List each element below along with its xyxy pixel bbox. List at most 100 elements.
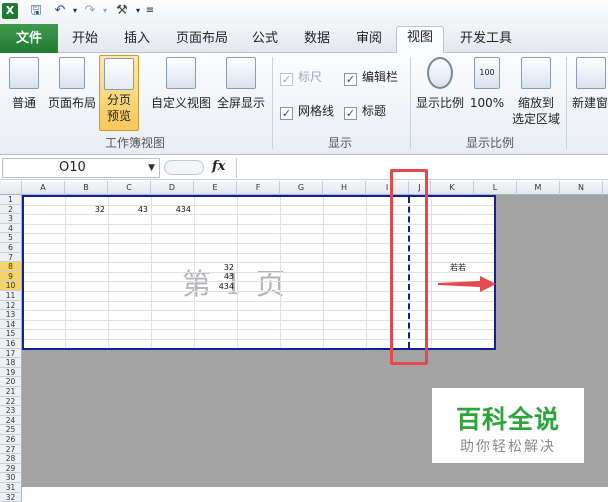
row-header-24[interactable]: 24 bbox=[0, 415, 22, 426]
zoom-100-button[interactable]: 100 100% bbox=[468, 57, 506, 111]
row-header-9[interactable]: 9 bbox=[0, 271, 22, 282]
row-header-4[interactable]: 4 bbox=[0, 223, 22, 234]
page-break-preview-label-1: 分页 bbox=[106, 93, 131, 107]
gridlines-check-icon: ✓ bbox=[280, 107, 293, 120]
undo-dropdown-icon[interactable]: ▾ bbox=[67, 3, 83, 19]
row-header-3[interactable]: 3 bbox=[0, 214, 22, 224]
row-header-11[interactable]: 11 bbox=[0, 291, 22, 301]
row-header-7[interactable]: 7 bbox=[0, 252, 22, 263]
row-header-22[interactable]: 22 bbox=[0, 396, 22, 407]
row-header-20[interactable]: 20 bbox=[0, 377, 22, 387]
formula-bar-checkbox[interactable]: ✓ 编辑栏 bbox=[344, 69, 398, 86]
custom-views-button[interactable]: 自定义视图 bbox=[150, 57, 212, 111]
tab-review[interactable]: 审阅 bbox=[354, 29, 384, 53]
tab-insert[interactable]: 插入 bbox=[122, 29, 152, 53]
page-break-preview-icon bbox=[104, 58, 134, 90]
row-header-31[interactable]: 31 bbox=[0, 483, 22, 493]
tab-developer[interactable]: 开发工具 bbox=[458, 29, 514, 53]
chevron-down-icon[interactable]: ▼ bbox=[148, 159, 155, 177]
redo-dropdown-icon[interactable]: ▾ bbox=[97, 3, 113, 19]
row-header-14[interactable]: 14 bbox=[0, 319, 22, 330]
zoom-100-label: 100% bbox=[469, 96, 505, 110]
row-header-1[interactable]: 1 bbox=[0, 195, 22, 205]
page-break-preview-label-2: 预览 bbox=[106, 109, 131, 123]
column-header-k[interactable]: K bbox=[431, 181, 474, 195]
name-box-value: O10 bbox=[59, 160, 86, 175]
save-icon[interactable]: 🖫 bbox=[28, 3, 44, 19]
column-header-e[interactable]: E bbox=[194, 181, 237, 195]
ruler-check-icon: ✓ bbox=[280, 73, 293, 86]
logo: 百科全说 助你轻松解决 bbox=[432, 388, 584, 463]
row-header-25[interactable]: 25 bbox=[0, 425, 22, 435]
workbook-views-group-label: 工作簿视图 bbox=[104, 136, 165, 150]
ruler-checkbox[interactable]: ✓ 标尺 bbox=[280, 69, 322, 86]
full-screen-button[interactable]: 全屏显示 bbox=[216, 57, 266, 111]
row-header-17[interactable]: 17 bbox=[0, 348, 22, 359]
magnifier-icon bbox=[427, 57, 453, 89]
column-header-g[interactable]: G bbox=[280, 181, 323, 195]
tools-icon[interactable]: ⚒ bbox=[114, 3, 130, 19]
row-header-29[interactable]: 29 bbox=[0, 463, 22, 474]
column-header-n[interactable]: N bbox=[560, 181, 603, 195]
column-header-l[interactable]: L bbox=[474, 181, 517, 195]
column-header-m[interactable]: M bbox=[517, 181, 560, 195]
column-header-h[interactable]: H bbox=[323, 181, 366, 195]
tab-file[interactable]: 文件 bbox=[0, 24, 58, 53]
page-layout-view-label: 页面布局 bbox=[48, 96, 97, 110]
row-header-5[interactable]: 5 bbox=[0, 233, 22, 243]
row-header-23[interactable]: 23 bbox=[0, 406, 22, 416]
arrow-right-icon bbox=[438, 276, 496, 292]
zoom-button[interactable]: 显示比例 bbox=[414, 57, 466, 111]
logo-subtitle: 助你轻松解决 bbox=[460, 439, 556, 455]
normal-view-button[interactable]: 普通 bbox=[4, 57, 44, 111]
redo-icon[interactable]: ↷ bbox=[82, 3, 98, 19]
row-header-15[interactable]: 15 bbox=[0, 329, 22, 339]
insert-function-icon[interactable]: fx bbox=[212, 159, 225, 174]
row-header-18[interactable]: 18 bbox=[0, 358, 22, 368]
excel-icon[interactable]: X bbox=[2, 3, 18, 19]
page-break-preview-button[interactable]: 分页 预览 bbox=[99, 55, 139, 131]
zoom-to-selection-button[interactable]: 缩放到 选定区域 bbox=[508, 57, 564, 127]
customize-toolbar-icon[interactable]: ≡ bbox=[142, 3, 158, 19]
row-header-16[interactable]: 16 bbox=[0, 339, 22, 349]
undo-icon[interactable]: ↶ bbox=[52, 3, 68, 19]
name-box[interactable]: O10 ▼ bbox=[2, 158, 160, 178]
quick-access-toolbar: X 🖫 ↶ ▾ ↷ ▾ ⚒ ▾ ≡ bbox=[0, 0, 608, 24]
new-window-button[interactable]: 新建窗 bbox=[568, 57, 608, 111]
group-separator bbox=[410, 57, 411, 149]
select-all-corner[interactable] bbox=[0, 181, 22, 195]
column-header-b[interactable]: B bbox=[65, 181, 108, 195]
formula-bar-controls bbox=[164, 160, 204, 175]
row-header-8[interactable]: 8 bbox=[0, 262, 22, 272]
row-header-13[interactable]: 13 bbox=[0, 310, 22, 320]
row-header-10[interactable]: 10 bbox=[0, 281, 22, 291]
tab-formulas[interactable]: 公式 bbox=[250, 29, 280, 53]
headings-checkbox[interactable]: ✓ 标题 bbox=[344, 103, 386, 120]
row-header-6[interactable]: 6 bbox=[0, 243, 22, 253]
tab-view[interactable]: 视图 bbox=[396, 26, 444, 54]
row-header-21[interactable]: 21 bbox=[0, 387, 22, 397]
row-header-30[interactable]: 30 bbox=[0, 473, 22, 483]
new-window-icon bbox=[576, 57, 606, 89]
row-header-2[interactable]: 2 bbox=[0, 204, 22, 215]
row-header-28[interactable]: 28 bbox=[0, 454, 22, 464]
group-separator bbox=[566, 57, 567, 149]
tab-home[interactable]: 开始 bbox=[70, 29, 100, 53]
new-window-label: 新建窗 bbox=[572, 96, 608, 110]
row-header-26[interactable]: 26 bbox=[0, 435, 22, 445]
page-layout-view-icon bbox=[59, 57, 85, 89]
row-header-32[interactable]: 32 bbox=[0, 492, 22, 502]
page-layout-view-button[interactable]: 页面布局 bbox=[48, 57, 96, 111]
column-header-a[interactable]: A bbox=[22, 181, 65, 195]
row-header-27[interactable]: 27 bbox=[0, 444, 22, 455]
tab-data[interactable]: 数据 bbox=[302, 29, 332, 53]
column-header-f[interactable]: F bbox=[237, 181, 280, 195]
row-header-19[interactable]: 19 bbox=[0, 367, 22, 378]
column-header-c[interactable]: C bbox=[108, 181, 151, 195]
row-header-12[interactable]: 12 bbox=[0, 300, 22, 311]
gridlines-checkbox[interactable]: ✓ 网格线 bbox=[280, 103, 334, 120]
column-header-d[interactable]: D bbox=[151, 181, 194, 195]
tab-page-layout[interactable]: 页面布局 bbox=[173, 29, 231, 53]
custom-views-icon bbox=[166, 57, 196, 89]
gridlines-label: 网格线 bbox=[298, 104, 335, 118]
